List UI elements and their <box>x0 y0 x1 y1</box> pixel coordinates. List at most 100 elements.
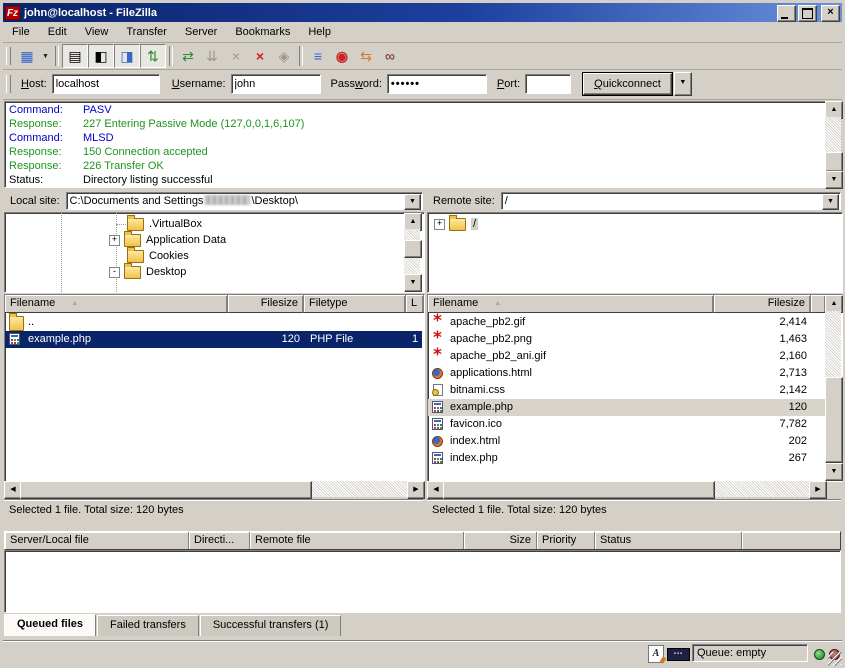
disconnect-icon[interactable]: × <box>248 45 272 67</box>
file-row[interactable]: bitnami.css 2,142 <box>428 382 825 399</box>
remote-path-dropdown-icon[interactable]: ▼ <box>822 194 839 210</box>
remote-site-label: Remote site: <box>427 195 501 207</box>
menu-transfer[interactable]: Transfer <box>117 23 176 42</box>
menu-edit[interactable]: Edit <box>39 23 76 42</box>
local-path-dropdown-icon[interactable]: ▼ <box>404 194 421 210</box>
queue-col-status[interactable]: Status <box>595 532 742 549</box>
queue-col-server-local-file[interactable]: Server/Local file <box>5 532 189 549</box>
quickconnect-dropdown-icon[interactable]: ▼ <box>674 72 692 96</box>
menu-bookmarks[interactable]: Bookmarks <box>226 23 299 42</box>
toolbar-gripper[interactable] <box>6 47 11 65</box>
tree-line <box>61 213 62 292</box>
site-manager-dropdown-icon[interactable]: ▼ <box>39 45 52 67</box>
sync-browse-icon[interactable]: ⇆ <box>354 45 378 67</box>
log-scroll-down[interactable]: ▼ <box>825 171 843 189</box>
file-row[interactable]: * apache_pb2_ani.gif 2,160 <box>428 348 825 365</box>
file-row[interactable]: index.html 202 <box>428 433 825 450</box>
local-tree-scroll-thumb[interactable] <box>404 240 422 258</box>
local-tree-scroll-down[interactable]: ▼ <box>404 274 422 292</box>
username-input[interactable] <box>231 74 321 94</box>
quickconnect-button[interactable]: Quickconnect <box>583 73 672 95</box>
menu-bar: File Edit View Transfer Server Bookmarks… <box>3 22 842 43</box>
tree-item-desktop[interactable]: - Desktop <box>109 264 417 280</box>
php-file-icon <box>432 401 443 413</box>
filter-icon[interactable]: ≡ <box>306 45 330 67</box>
refresh-icon[interactable]: ⇄ <box>176 45 200 67</box>
remote-hscroll-right[interactable]: ▶ <box>809 481 827 499</box>
toggle-remote-tree-icon[interactable]: ◨ <box>114 44 140 68</box>
remote-col-filesize[interactable]: Filesize <box>714 295 811 313</box>
port-input[interactable] <box>525 74 571 94</box>
collapse-icon[interactable]: - <box>109 267 120 278</box>
local-status-text: Selected 1 file. Total size: 120 bytes <box>4 499 423 519</box>
remote-hscroll-thumb[interactable] <box>443 481 715 499</box>
resize-grip[interactable] <box>828 652 842 666</box>
toggle-message-log-icon[interactable]: ▤ <box>62 44 88 68</box>
tab-successful-transfers[interactable]: Successful transfers (1) <box>200 615 342 636</box>
toggle-local-tree-icon[interactable]: ◧ <box>88 44 114 68</box>
minimize-button[interactable] <box>777 5 796 22</box>
tree-item-root[interactable]: + / <box>434 216 824 232</box>
local-hscroll-right[interactable]: ▶ <box>407 481 425 499</box>
quickbar-gripper[interactable] <box>6 75 11 93</box>
find-icon[interactable]: ∞ <box>378 45 402 67</box>
toggle-transfer-queue-icon[interactable]: ⇅ <box>140 44 166 68</box>
indicator-badge-icon[interactable]: ▪▪▪ <box>667 648 690 661</box>
queue-col-priority[interactable]: Priority <box>537 532 595 549</box>
queue-col-direction[interactable]: Directi... <box>189 532 250 549</box>
menu-help[interactable]: Help <box>299 23 340 42</box>
redacted-username <box>204 195 250 205</box>
file-row-example-php[interactable]: example.php 120 PHP File 1 <box>5 331 422 348</box>
log-line: Status:Directory listing successful <box>9 173 820 187</box>
remote-path-combo[interactable]: / ▼ <box>501 192 841 210</box>
title-bar[interactable]: Fz john@localhost - FileZilla × <box>3 3 842 22</box>
local-col-modified[interactable]: L <box>406 295 424 313</box>
file-row[interactable]: * apache_pb2.gif 2,414 <box>428 314 825 331</box>
remote-status-text: Selected 1 file. Total size: 120 bytes <box>427 499 841 519</box>
cancel-operation-icon[interactable]: × <box>224 45 248 67</box>
file-row-selected[interactable]: example.php 120 <box>428 399 825 416</box>
tree-item-virtualbox[interactable]: .VirtualBox <box>127 216 417 232</box>
toolbar-separator <box>169 46 173 66</box>
remote-scroll-thumb[interactable] <box>825 377 843 463</box>
queue-col-empty <box>742 532 840 549</box>
remote-scroll-down[interactable]: ▼ <box>825 463 843 481</box>
close-button[interactable]: × <box>821 5 840 22</box>
tab-queued-files[interactable]: Queued files <box>4 614 96 636</box>
close-icon: × <box>822 6 839 21</box>
password-input[interactable] <box>387 74 487 94</box>
compare-icon[interactable]: ◉ <box>330 45 354 67</box>
local-col-filename[interactable]: Filename▲ <box>5 295 228 313</box>
file-row[interactable]: favicon.ico 7,782 <box>428 416 825 433</box>
menu-file[interactable]: File <box>3 23 39 42</box>
queue-col-remote-file[interactable]: Remote file <box>250 532 464 549</box>
tree-item-cookies[interactable]: Cookies <box>127 248 417 264</box>
local-col-filesize[interactable]: Filesize <box>228 295 304 313</box>
transfer-type-icon[interactable]: A <box>648 645 664 663</box>
log-line: Response:150 Connection accepted <box>9 145 820 159</box>
log-scroll-thumb[interactable] <box>825 152 843 172</box>
maximize-button[interactable] <box>798 5 817 22</box>
file-row[interactable]: * apache_pb2.png 1,463 <box>428 331 825 348</box>
local-hscroll-thumb[interactable] <box>20 481 312 499</box>
site-manager-icon[interactable]: ▦ <box>15 45 39 67</box>
menu-server[interactable]: Server <box>176 23 226 42</box>
host-input[interactable] <box>52 74 160 94</box>
menu-view[interactable]: View <box>76 23 118 42</box>
local-path-combo[interactable]: C:\Documents and Settings\Desktop\ ▼ <box>66 192 423 210</box>
file-row[interactable]: applications.html 2,713 <box>428 365 825 382</box>
process-queue-icon[interactable]: ⇊ <box>200 45 224 67</box>
expand-icon[interactable]: + <box>109 235 120 246</box>
expand-icon[interactable]: + <box>434 219 445 230</box>
app-icon[interactable]: Fz <box>5 6 20 20</box>
queue-col-size[interactable]: Size <box>464 532 537 549</box>
remote-path: / <box>505 195 508 207</box>
tab-failed-transfers[interactable]: Failed transfers <box>97 615 199 636</box>
local-col-filetype[interactable]: Filetype <box>304 295 406 313</box>
tree-item-application-data[interactable]: + Application Data <box>109 232 417 248</box>
file-row[interactable]: index.php 267 <box>428 450 825 467</box>
file-row-parent-dir[interactable]: .. <box>5 314 422 331</box>
queue-body[interactable] <box>4 550 841 613</box>
abort-icon[interactable]: ◈ <box>272 45 296 67</box>
remote-col-filename[interactable]: Filename▲ <box>428 295 714 313</box>
